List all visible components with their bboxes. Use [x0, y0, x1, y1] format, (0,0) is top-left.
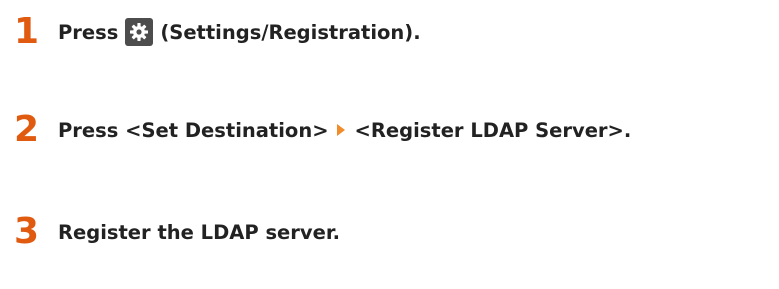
step-1: 1 Press (Settings/Registration).: [14, 12, 421, 52]
arrow-right-icon: [336, 124, 345, 136]
step-number: 3: [14, 211, 40, 252]
step-text-settings-registration: (Settings/Registration).: [160, 20, 421, 44]
step-instruction: Press <Set Destination> <Register LDAP S…: [58, 119, 631, 142]
step-text-register-ldap: Register the LDAP server.: [58, 220, 341, 244]
step-instruction: Press (Settings/Registration).: [58, 18, 421, 46]
step-3: 3 Register the LDAP server.: [14, 212, 340, 252]
settings-gear-icon: [125, 18, 154, 46]
step-number: 1: [14, 11, 40, 52]
step-number: 2: [14, 109, 40, 150]
step-instruction: Register the LDAP server.: [58, 221, 340, 244]
step-2: 2 Press <Set Destination> <Register LDAP…: [14, 110, 631, 150]
step-text-press: Press: [58, 20, 119, 44]
step-text-set-destination: Press <Set Destination>: [58, 118, 329, 142]
step-text-register-ldap-server: <Register LDAP Server>.: [354, 118, 632, 142]
